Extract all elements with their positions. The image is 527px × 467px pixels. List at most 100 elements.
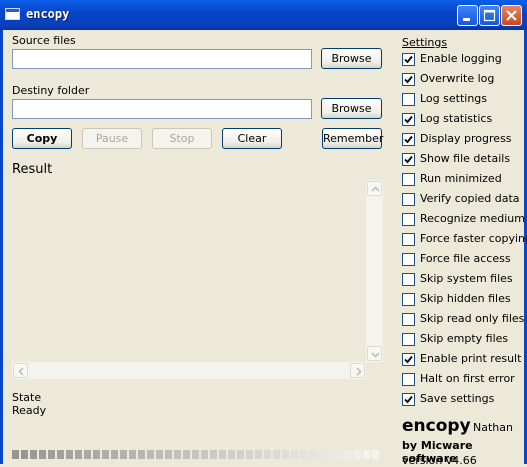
checkmark-icon bbox=[404, 355, 413, 364]
progress-segment bbox=[39, 450, 46, 459]
setting-checkbox[interactable] bbox=[402, 333, 415, 346]
progress-bar bbox=[12, 450, 384, 459]
scroll-down-button[interactable] bbox=[367, 346, 382, 361]
brand-name: encopy bbox=[402, 416, 471, 436]
setting-checkbox[interactable] bbox=[402, 133, 415, 146]
setting-checkbox[interactable] bbox=[402, 53, 415, 66]
progress-segment bbox=[246, 450, 253, 459]
source-browse-button[interactable]: Browse bbox=[321, 48, 382, 69]
remember-button[interactable]: Remember bbox=[322, 128, 383, 149]
minimize-icon bbox=[463, 18, 470, 21]
app-icon bbox=[5, 8, 20, 20]
progress-segment bbox=[165, 450, 172, 459]
progress-segment bbox=[327, 450, 334, 459]
result-horizontal-scrollbar[interactable] bbox=[12, 362, 366, 379]
title-bar[interactable]: encopy bbox=[0, 0, 527, 30]
brand-author: Nathan bbox=[473, 421, 513, 434]
brand-version: version v4.66 bbox=[402, 454, 477, 467]
progress-segment bbox=[75, 450, 82, 459]
result-area[interactable] bbox=[12, 180, 383, 379]
progress-segment bbox=[345, 450, 352, 459]
progress-segment bbox=[111, 450, 118, 459]
setting-checkbox[interactable] bbox=[402, 193, 415, 206]
scroll-up-button[interactable] bbox=[367, 181, 382, 196]
setting-checkbox[interactable] bbox=[402, 113, 415, 126]
progress-segment bbox=[372, 450, 379, 459]
progress-segment bbox=[147, 450, 154, 459]
setting-label: Skip empty files bbox=[420, 332, 509, 345]
destiny-browse-button[interactable]: Browse bbox=[321, 98, 382, 119]
setting-checkbox[interactable] bbox=[402, 213, 415, 226]
setting-checkbox[interactable] bbox=[402, 273, 415, 286]
progress-segment bbox=[93, 450, 100, 459]
setting-label: Force faster copying bbox=[420, 232, 527, 245]
setting-label: Log settings bbox=[420, 92, 488, 105]
close-icon bbox=[506, 10, 517, 21]
checkmark-icon bbox=[404, 75, 413, 84]
pause-button[interactable]: Pause bbox=[82, 128, 142, 149]
checkmark-icon bbox=[404, 395, 413, 404]
checkmark-icon bbox=[404, 55, 413, 64]
setting-label: Enable logging bbox=[420, 52, 502, 65]
state-value: Ready bbox=[12, 404, 47, 417]
state-label: State bbox=[12, 391, 42, 404]
progress-segment bbox=[30, 450, 37, 459]
source-files-input[interactable] bbox=[12, 49, 312, 69]
scroll-left-button[interactable] bbox=[13, 363, 28, 378]
progress-segment bbox=[255, 450, 262, 459]
progress-segment bbox=[237, 450, 244, 459]
result-label: Result bbox=[12, 162, 53, 177]
minimize-button[interactable] bbox=[457, 5, 478, 26]
progress-segment bbox=[48, 450, 55, 459]
setting-checkbox[interactable] bbox=[402, 253, 415, 266]
progress-segment bbox=[219, 450, 226, 459]
progress-segment bbox=[363, 450, 370, 459]
setting-label: Enable print result bbox=[420, 352, 522, 365]
progress-segment bbox=[354, 450, 361, 459]
destiny-folder-label: Destiny folder bbox=[12, 84, 90, 97]
progress-segment bbox=[57, 450, 64, 459]
setting-checkbox[interactable] bbox=[402, 173, 415, 186]
source-files-label: Source files bbox=[12, 34, 76, 47]
checkmark-icon bbox=[404, 115, 413, 124]
progress-segment bbox=[318, 450, 325, 459]
window-title: encopy bbox=[26, 7, 70, 21]
setting-label: Verify copied data bbox=[420, 192, 520, 205]
setting-label: Log statistics bbox=[420, 112, 493, 125]
setting-checkbox[interactable] bbox=[402, 93, 415, 106]
setting-label: Skip hidden files bbox=[420, 292, 511, 305]
setting-checkbox[interactable] bbox=[402, 313, 415, 326]
setting-checkbox[interactable] bbox=[402, 153, 415, 166]
maximize-button[interactable] bbox=[479, 5, 500, 26]
stop-button[interactable]: Stop bbox=[152, 128, 212, 149]
checkmark-icon bbox=[404, 135, 413, 144]
progress-segment bbox=[21, 450, 28, 459]
progress-segment bbox=[210, 450, 217, 459]
setting-checkbox[interactable] bbox=[402, 233, 415, 246]
copy-button[interactable]: Copy bbox=[12, 128, 72, 149]
result-vertical-scrollbar[interactable] bbox=[366, 180, 383, 362]
progress-segment bbox=[201, 450, 208, 459]
progress-segment bbox=[336, 450, 343, 459]
setting-label: Show file details bbox=[420, 152, 511, 165]
settings-title: Settings bbox=[402, 36, 448, 49]
setting-label: Halt on first error bbox=[420, 372, 515, 385]
progress-segment bbox=[174, 450, 181, 459]
setting-label: Skip system files bbox=[420, 272, 513, 285]
destiny-folder-input[interactable] bbox=[12, 99, 312, 119]
setting-checkbox[interactable] bbox=[402, 353, 415, 366]
close-button[interactable] bbox=[501, 5, 522, 26]
setting-label: Run minimized bbox=[420, 172, 502, 185]
setting-checkbox[interactable] bbox=[402, 73, 415, 86]
progress-segment bbox=[282, 450, 289, 459]
scroll-right-button[interactable] bbox=[350, 363, 365, 378]
checkmark-icon bbox=[404, 155, 413, 164]
setting-checkbox[interactable] bbox=[402, 373, 415, 386]
setting-checkbox[interactable] bbox=[402, 293, 415, 306]
clear-button[interactable]: Clear bbox=[222, 128, 282, 149]
setting-label: Overwrite log bbox=[420, 72, 495, 85]
progress-segment bbox=[228, 450, 235, 459]
progress-segment bbox=[129, 450, 136, 459]
chevron-left-icon bbox=[18, 367, 24, 376]
setting-checkbox[interactable] bbox=[402, 393, 415, 406]
